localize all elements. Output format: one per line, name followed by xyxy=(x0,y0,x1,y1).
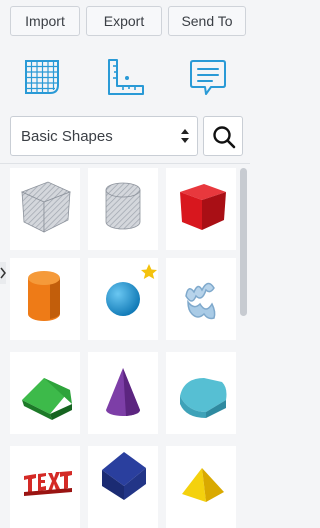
shape-pyramid[interactable] xyxy=(166,446,236,528)
shape-cone[interactable] xyxy=(88,352,158,434)
shape-box-hole[interactable] xyxy=(10,168,80,250)
shape-scribble[interactable] xyxy=(166,258,236,340)
shape-text[interactable] xyxy=(10,446,80,528)
search-icon xyxy=(213,126,236,149)
shape-box[interactable] xyxy=(166,168,236,250)
chevron-right-icon xyxy=(0,267,6,279)
select-caret-icon xyxy=(181,129,189,143)
shape-cylinder-hole[interactable] xyxy=(88,168,158,250)
export-button[interactable]: Export xyxy=(86,6,162,36)
selected-category: Basic Shapes xyxy=(21,128,113,145)
shapes-panel: Import Export Send To Basic Shapes xyxy=(0,0,250,528)
search-button[interactable] xyxy=(203,116,243,156)
shape-sphere[interactable] xyxy=(88,258,158,340)
shape-category-select[interactable]: Basic Shapes xyxy=(10,116,198,156)
divider xyxy=(0,163,250,164)
ruler-icon[interactable] xyxy=(103,56,147,100)
send-to-button[interactable]: Send To xyxy=(168,6,246,36)
import-button[interactable]: Import xyxy=(10,6,80,36)
shape-roof[interactable] xyxy=(10,352,80,434)
notes-icon[interactable] xyxy=(186,56,230,100)
shape-prism[interactable] xyxy=(88,446,158,528)
workplane-grid-icon[interactable] xyxy=(21,56,65,100)
scrollbar-thumb[interactable] xyxy=(240,168,247,316)
shape-round-roof[interactable] xyxy=(166,352,236,434)
featured-star-icon xyxy=(141,264,157,279)
collapse-panel-tab[interactable] xyxy=(0,262,6,284)
top-actions: Import Export Send To xyxy=(10,6,246,36)
shape-cylinder[interactable] xyxy=(10,258,80,340)
